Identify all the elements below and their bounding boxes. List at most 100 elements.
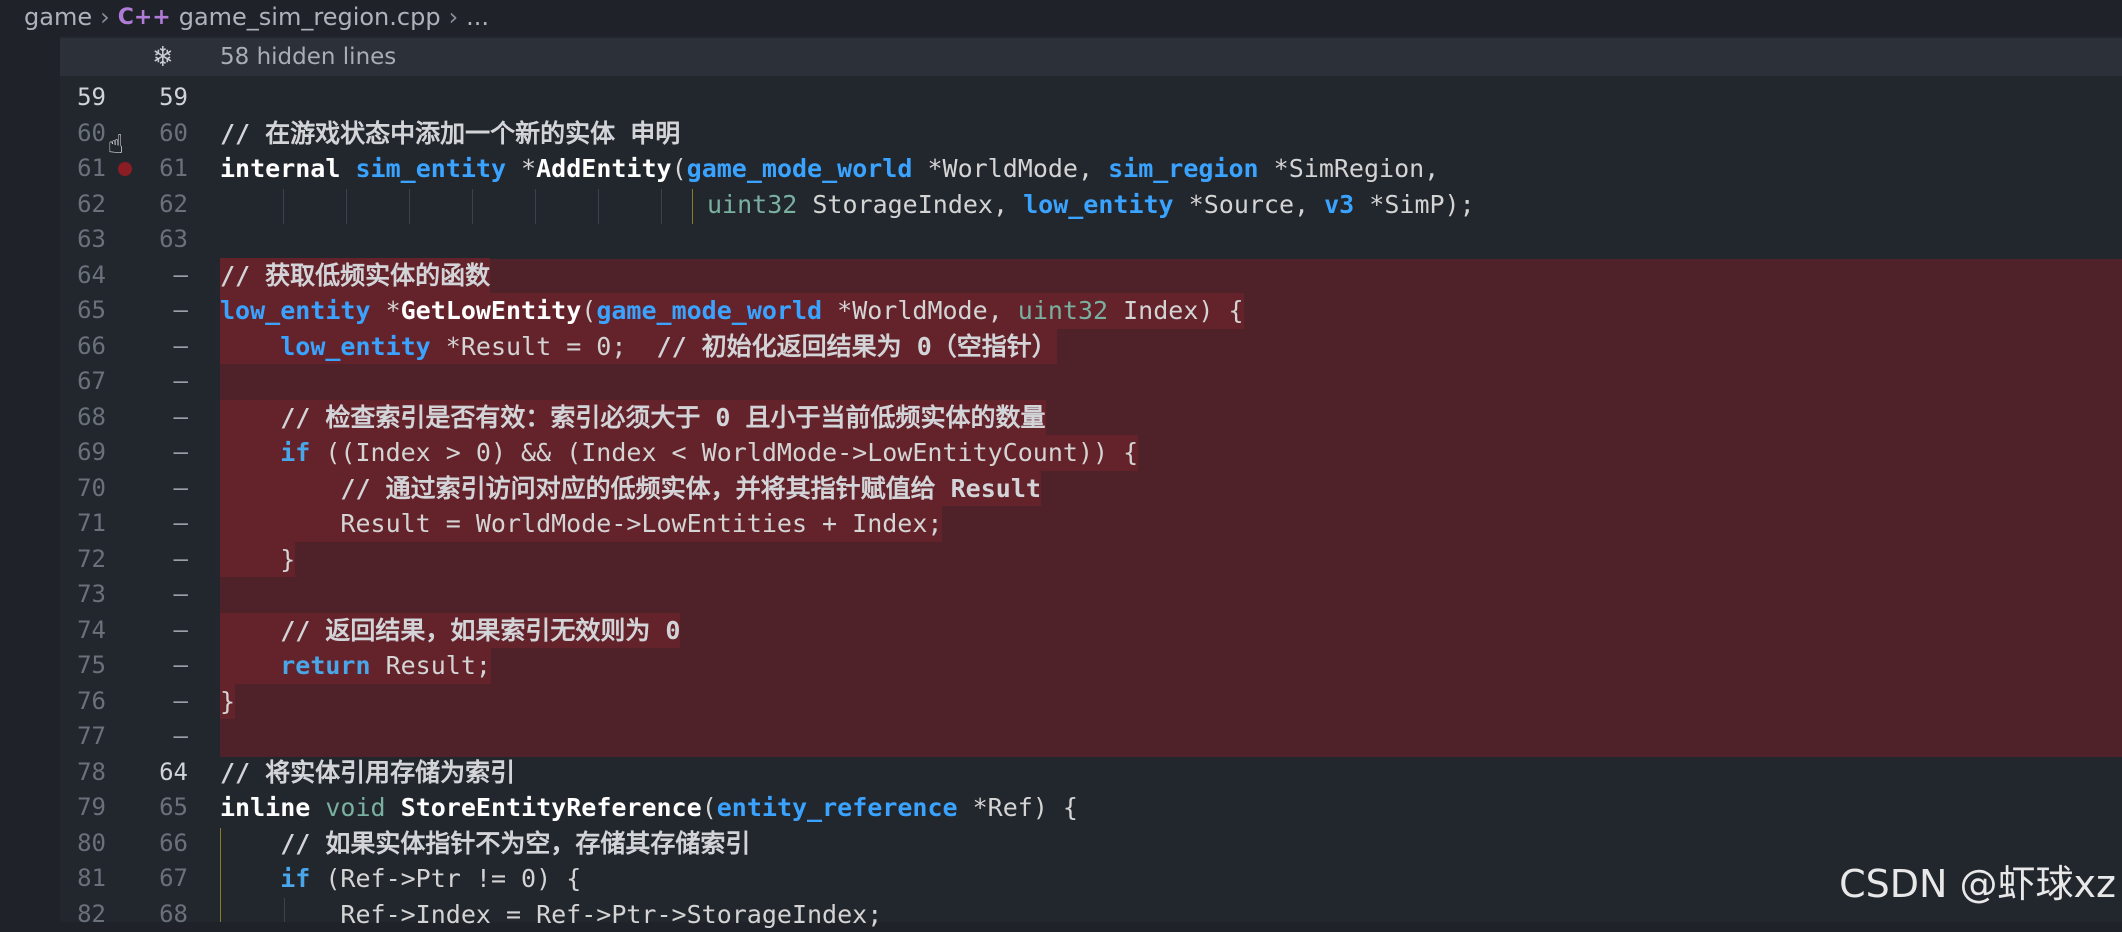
new-line-number: —	[118, 648, 188, 684]
old-line-number: 67	[60, 364, 106, 400]
old-line-number: 76	[60, 684, 106, 720]
code-line[interactable]: Ref->Index = Ref->Ptr->StorageIndex;	[220, 897, 882, 932]
breadcrumb-folder[interactable]: game	[24, 3, 92, 31]
indent-guide	[692, 189, 693, 224]
code-line[interactable]: // 通过索引访问对应的低频实体，并将其指针赋值给 Result	[220, 471, 1041, 507]
table-row[interactable]: 60 60 // 在游戏状态中添加一个新的实体 申明	[0, 116, 2122, 152]
old-line-number: 72	[60, 542, 106, 578]
table-row[interactable]: 80 66 // 如果实体指针不为空，存储其存储索引	[0, 826, 2122, 862]
cpp-file-icon: C++	[118, 5, 171, 30]
table-row[interactable]: 6363	[0, 222, 2122, 258]
new-line-number: —	[118, 506, 188, 542]
fold-icon[interactable]: ❄	[148, 40, 178, 74]
table-row[interactable]: 71 — Result = WorldMode->LowEntities + In…	[0, 506, 2122, 542]
table-row[interactable]: 67—	[0, 364, 2122, 400]
table-row[interactable]: 64 — // 获取低频实体的函数	[0, 258, 2122, 294]
indent-guide	[284, 898, 285, 922]
table-row[interactable]: 75 — return Result;	[0, 648, 2122, 684]
old-line-number: 61	[60, 151, 106, 187]
old-line-number: 68	[60, 400, 106, 436]
code-line[interactable]: // 检查索引是否有效：索引必须大于 0 且小于当前低频实体的数量	[220, 400, 1046, 436]
code-line[interactable]: return Result;	[220, 648, 491, 684]
new-line-number: 67	[118, 861, 188, 897]
chevron-right-icon: ›	[449, 3, 459, 31]
table-row[interactable]: 78 64 // 将实体引用存储为索引	[0, 755, 2122, 791]
indent-guide	[283, 189, 284, 224]
new-line-number: —	[118, 613, 188, 649]
old-line-number: 66	[60, 329, 106, 365]
code-line[interactable]: internal sim_entity *AddEntity(game_mode…	[220, 151, 1439, 187]
old-line-number: 64	[60, 258, 106, 294]
code-line[interactable]: }	[220, 684, 235, 720]
code-line[interactable]: low_entity *Result = 0; // 初始化返回结果为 0（空指…	[220, 329, 1057, 365]
old-line-number: 71	[60, 506, 106, 542]
old-line-number: 81	[60, 861, 106, 897]
code-line[interactable]: inline void StoreEntityReference(entity_…	[220, 790, 1078, 826]
new-line-number: —	[118, 400, 188, 436]
new-line-number: 68	[118, 897, 188, 932]
new-line-number: 66	[118, 826, 188, 862]
old-line-number: 80	[60, 826, 106, 862]
new-line-number: 60	[118, 116, 188, 152]
old-line-number: 60	[60, 116, 106, 152]
code-line[interactable]: // 获取低频实体的函数	[220, 258, 490, 294]
old-line-number: 79	[60, 790, 106, 826]
breakpoint-icon[interactable]	[118, 162, 132, 176]
table-row[interactable]: 74 — // 返回结果，如果索引无效则为 0	[0, 613, 2122, 649]
table-row[interactable]: 69— if ((Index > 0) && (Index < WorldMod…	[0, 435, 2122, 471]
new-line-number: 62	[118, 187, 188, 223]
code-line[interactable]: // 如果实体指针不为空，存储其存储索引	[220, 826, 750, 862]
old-line-number: 63	[60, 222, 106, 258]
indent-guide	[472, 189, 473, 224]
indent-guide	[661, 189, 662, 224]
old-line-number: 77	[60, 719, 106, 755]
new-line-number: 64	[118, 755, 188, 791]
new-line-number: —	[118, 258, 188, 294]
table-row[interactable]: 76 —}	[0, 684, 2122, 720]
breadcrumb-file[interactable]: game_sim_region.cpp	[179, 3, 441, 31]
new-line-number: —	[118, 719, 188, 755]
code-line[interactable]: }	[220, 542, 295, 578]
new-line-number: —	[118, 471, 188, 507]
watermark: CSDN @虾球xz	[1839, 853, 2116, 908]
old-line-number: 74	[60, 613, 106, 649]
table-row[interactable]: 81 67 if (Ref->Ptr != 0) {	[0, 861, 2122, 897]
code-line[interactable]: uint32 StorageIndex, low_entity *Source,…	[707, 187, 1475, 223]
code-line[interactable]: // 在游戏状态中添加一个新的实体 申明	[220, 116, 680, 152]
new-line-number: —	[118, 577, 188, 613]
table-row[interactable]: 65—low_entity *GetLowEntity(game_mode_wo…	[0, 293, 2122, 329]
table-row[interactable]: 5959	[0, 80, 2122, 116]
old-line-number: 70	[60, 471, 106, 507]
old-line-number: 78	[60, 755, 106, 791]
code-line[interactable]: // 将实体引用存储为索引	[220, 755, 515, 791]
table-row[interactable]: 73—	[0, 577, 2122, 613]
hidden-lines-label[interactable]: 58 hidden lines	[220, 40, 396, 74]
table-row[interactable]: 8268 Ref->Index = Ref->Ptr->StorageIndex…	[0, 897, 2122, 932]
old-line-number: 75	[60, 648, 106, 684]
breadcrumb-more[interactable]: ...	[466, 3, 489, 31]
old-line-number: 62	[60, 187, 106, 223]
new-line-number: 65	[118, 790, 188, 826]
table-row[interactable]: 66 — low_entity *Result = 0; // 初始化返回结果为 …	[0, 329, 2122, 365]
new-line-number: —	[118, 684, 188, 720]
code-line[interactable]: if ((Index > 0) && (Index < WorldMode->L…	[220, 435, 1138, 471]
code-line[interactable]: if (Ref->Ptr != 0) {	[220, 861, 581, 897]
code-line[interactable]: low_entity *GetLowEntity(game_mode_world…	[220, 293, 1244, 329]
table-row[interactable]: 70 — // 通过索引访问对应的低频实体，并将其指针赋值给 Result	[0, 471, 2122, 507]
table-row[interactable]: 6161internal sim_entity *AddEntity(game_…	[0, 151, 2122, 187]
code-line[interactable]: // 返回结果，如果索引无效则为 0	[220, 613, 680, 649]
new-line-number: —	[118, 542, 188, 578]
indent-guide	[535, 189, 536, 224]
hand-cursor-icon: ☝	[108, 130, 124, 160]
new-line-number: —	[118, 329, 188, 365]
table-row[interactable]: 79 65 inline void StoreEntityReference(ent…	[0, 790, 2122, 826]
breadcrumb: game › C++ game_sim_region.cpp › ...	[0, 0, 2122, 34]
indent-guide	[409, 189, 410, 224]
old-line-number: 59	[60, 80, 106, 116]
indent-guide	[598, 189, 599, 224]
table-row[interactable]: 72 — }	[0, 542, 2122, 578]
code-line[interactable]: Result = WorldMode->LowEntities + Index;	[220, 506, 942, 542]
table-row[interactable]: 68 — // 检查索引是否有效：索引必须大于 0 且小于当前低频实体的数量	[0, 400, 2122, 436]
table-row[interactable]: 62 62 uint32 StorageIndex, low_entity *Sou…	[0, 187, 2122, 223]
table-row[interactable]: 77 —	[0, 719, 2122, 755]
